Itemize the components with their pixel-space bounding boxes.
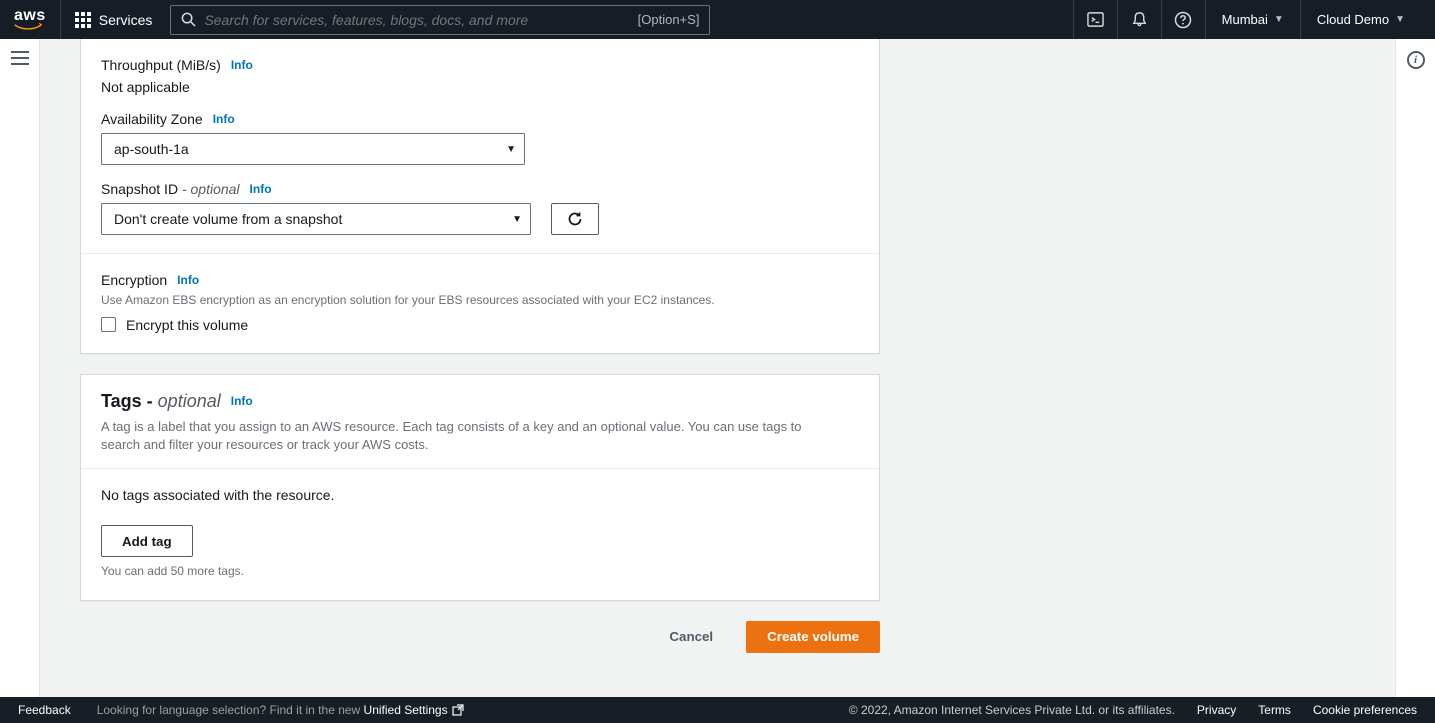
refresh-snapshots-button[interactable] bbox=[551, 203, 599, 235]
create-volume-button[interactable]: Create volume bbox=[746, 621, 880, 653]
external-link-icon bbox=[452, 704, 464, 716]
throughput-field: Throughput (MiB/s) Info Not applicable bbox=[101, 57, 859, 95]
snapshot-select[interactable]: Don't create volume from a snapshot ▼ bbox=[101, 203, 531, 235]
tags-title: Tags - optional bbox=[101, 391, 221, 412]
cloudshell-icon bbox=[1087, 11, 1104, 28]
az-info-link[interactable]: Info bbox=[213, 112, 235, 126]
snapshot-label: Snapshot ID - optional bbox=[101, 181, 240, 197]
right-rail: i bbox=[1395, 39, 1435, 697]
bell-icon bbox=[1131, 11, 1148, 28]
tags-empty-text: No tags associated with the resource. bbox=[101, 487, 859, 503]
account-label: Cloud Demo bbox=[1317, 12, 1389, 27]
main-content: Throughput (MiB/s) Info Not applicable A… bbox=[40, 39, 1395, 697]
tags-remaining-hint: You can add 50 more tags. bbox=[101, 563, 859, 580]
encryption-hint: Use Amazon EBS encryption as an encrypti… bbox=[101, 292, 859, 309]
throughput-value: Not applicable bbox=[101, 79, 859, 95]
workspace: Throughput (MiB/s) Info Not applicable A… bbox=[0, 39, 1435, 697]
aws-logo[interactable]: aws bbox=[14, 0, 61, 39]
unified-settings-link[interactable]: Unified Settings bbox=[364, 703, 464, 717]
encryption-label: Encryption bbox=[101, 272, 167, 288]
cloudshell-button[interactable] bbox=[1073, 0, 1117, 39]
encrypt-volume-checkbox[interactable]: Encrypt this volume bbox=[101, 317, 859, 333]
tags-description: A tag is a label that you assign to an A… bbox=[101, 418, 841, 454]
help-panel-toggle[interactable]: i bbox=[1407, 51, 1425, 69]
chevron-down-icon: ▼ bbox=[506, 144, 516, 155]
az-select[interactable]: ap-south-1a ▼ bbox=[101, 133, 525, 165]
add-tag-button[interactable]: Add tag bbox=[101, 525, 193, 557]
encryption-field: Encryption Info Use Amazon EBS encryptio… bbox=[101, 272, 859, 333]
aws-smile-icon bbox=[14, 23, 42, 32]
tags-panel: Tags - optional Info A tag is a label th… bbox=[80, 374, 880, 601]
az-label: Availability Zone bbox=[101, 111, 203, 127]
footer: Feedback Looking for language selection?… bbox=[0, 697, 1435, 723]
top-nav: aws Services [Option+S] bbox=[0, 0, 1435, 39]
encrypt-volume-label: Encrypt this volume bbox=[126, 317, 248, 333]
checkbox-icon bbox=[101, 317, 116, 332]
feedback-link[interactable]: Feedback bbox=[18, 703, 71, 717]
lang-hint: Looking for language selection? Find it … bbox=[97, 703, 464, 717]
az-field: Availability Zone Info ap-south-1a ▼ bbox=[101, 111, 859, 165]
throughput-info-link[interactable]: Info bbox=[231, 58, 253, 72]
cancel-button[interactable]: Cancel bbox=[648, 621, 734, 653]
chevron-down-icon: ▼ bbox=[512, 214, 522, 225]
snapshot-info-link[interactable]: Info bbox=[250, 182, 272, 196]
tags-info-link[interactable]: Info bbox=[231, 394, 253, 408]
search-icon bbox=[181, 12, 196, 27]
help-icon bbox=[1174, 11, 1192, 29]
global-search[interactable]: [Option+S] bbox=[170, 5, 710, 35]
copyright: © 2022, Amazon Internet Services Private… bbox=[849, 703, 1175, 717]
volume-settings-panel: Throughput (MiB/s) Info Not applicable A… bbox=[80, 39, 880, 354]
services-label: Services bbox=[99, 12, 153, 28]
services-menu[interactable]: Services bbox=[61, 0, 167, 39]
notifications-button[interactable] bbox=[1117, 0, 1161, 39]
search-shortcut: [Option+S] bbox=[638, 12, 700, 27]
region-label: Mumbai bbox=[1222, 12, 1268, 27]
form-actions: Cancel Create volume bbox=[80, 621, 880, 653]
account-menu[interactable]: Cloud Demo ▼ bbox=[1300, 0, 1421, 39]
caret-down-icon: ▼ bbox=[1395, 14, 1405, 25]
toggle-nav-button[interactable] bbox=[11, 51, 29, 65]
refresh-icon bbox=[567, 211, 583, 227]
help-button[interactable] bbox=[1161, 0, 1205, 39]
encryption-info-link[interactable]: Info bbox=[177, 273, 199, 287]
snapshot-field: Snapshot ID - optional Info Don't create… bbox=[101, 181, 859, 235]
snapshot-select-value: Don't create volume from a snapshot bbox=[114, 211, 342, 227]
terms-link[interactable]: Terms bbox=[1258, 703, 1291, 717]
search-input[interactable] bbox=[204, 12, 637, 28]
throughput-label: Throughput (MiB/s) bbox=[101, 57, 221, 73]
cookie-preferences-link[interactable]: Cookie preferences bbox=[1313, 703, 1417, 717]
privacy-link[interactable]: Privacy bbox=[1197, 703, 1236, 717]
left-rail bbox=[0, 39, 40, 697]
services-grid-icon bbox=[75, 12, 91, 28]
caret-down-icon: ▼ bbox=[1274, 14, 1284, 25]
az-select-value: ap-south-1a bbox=[114, 141, 189, 157]
region-selector[interactable]: Mumbai ▼ bbox=[1205, 0, 1300, 39]
